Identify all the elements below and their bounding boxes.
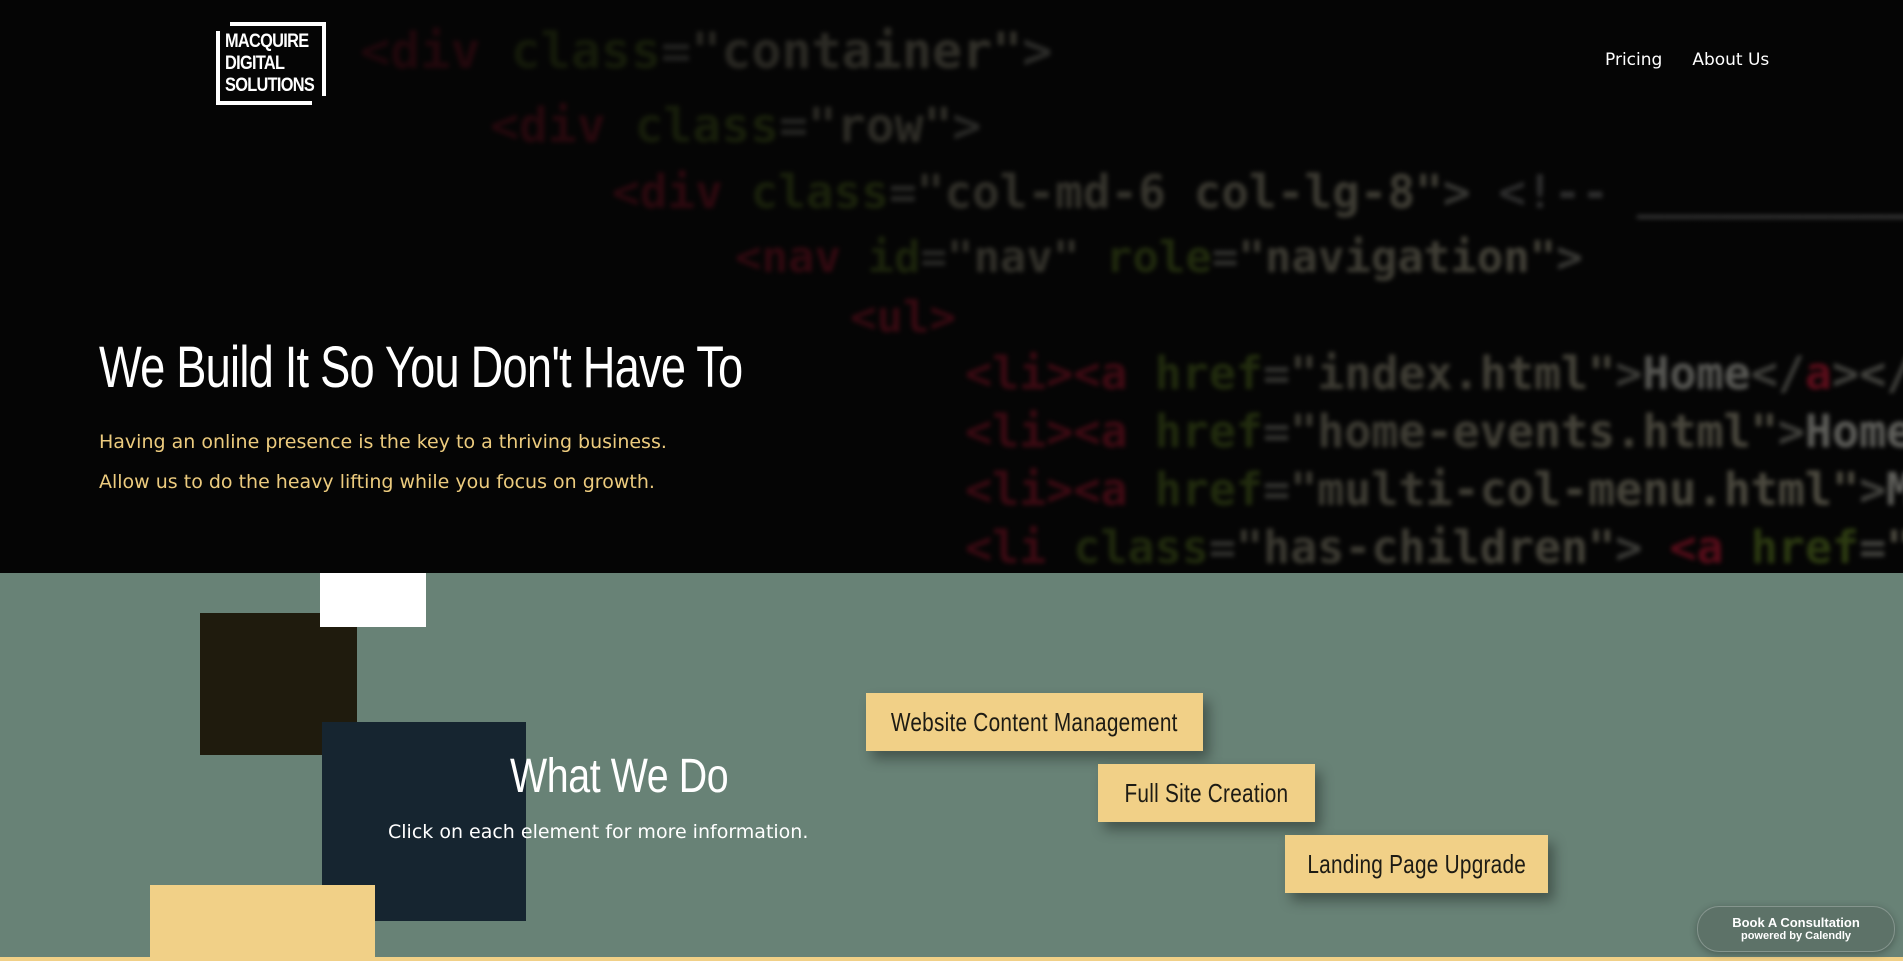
section-title: What We Do — [510, 750, 729, 803]
logo-line: MACQUIRE — [225, 31, 309, 52]
service-landing-page-upgrade-button[interactable]: Landing Page Upgrade — [1285, 835, 1548, 893]
hero-tagline-line-2: Allow us to do the heavy lifting while y… — [99, 471, 655, 493]
calendly-powered-by: powered by Calendly — [1740, 930, 1852, 942]
decorative-square-yellow — [150, 885, 375, 961]
hero-title: We Build It So You Don't Have To — [99, 335, 743, 400]
site-logo[interactable]: MACQUIRE DIGITAL SOLUTIONS — [216, 22, 326, 105]
service-label: Full Site Creation — [1124, 777, 1289, 808]
book-consultation-button[interactable]: Book A Consultation powered by Calendly — [1697, 906, 1895, 952]
section-subtitle: Click on each element for more informati… — [388, 821, 809, 843]
nav-link-pricing[interactable]: Pricing — [1605, 50, 1662, 70]
hero-tagline-line-1: Having an online presence is the key to … — [99, 431, 667, 453]
service-full-site-creation-button[interactable]: Full Site Creation — [1098, 764, 1315, 822]
decorative-square-white — [320, 573, 426, 627]
service-label: Website Content Management — [891, 706, 1178, 737]
what-we-do-section: What We Do Click on each element for mor… — [0, 573, 1903, 961]
logo-line: DIGITAL — [225, 53, 285, 74]
main-nav: Pricing About Us — [1605, 50, 1769, 70]
nav-link-about-us[interactable]: About Us — [1692, 50, 1769, 70]
service-website-content-management-button[interactable]: Website Content Management — [866, 693, 1203, 751]
logo-line: SOLUTIONS — [225, 75, 315, 96]
hero-section: <div class="container"> <div class="row"… — [0, 0, 1903, 573]
logo-wordmark: MACQUIRE DIGITAL SOLUTIONS — [225, 31, 315, 97]
section-divider — [0, 957, 1903, 961]
service-label: Landing Page Upgrade — [1307, 848, 1526, 879]
calendly-label: Book A Consultation — [1732, 915, 1860, 930]
